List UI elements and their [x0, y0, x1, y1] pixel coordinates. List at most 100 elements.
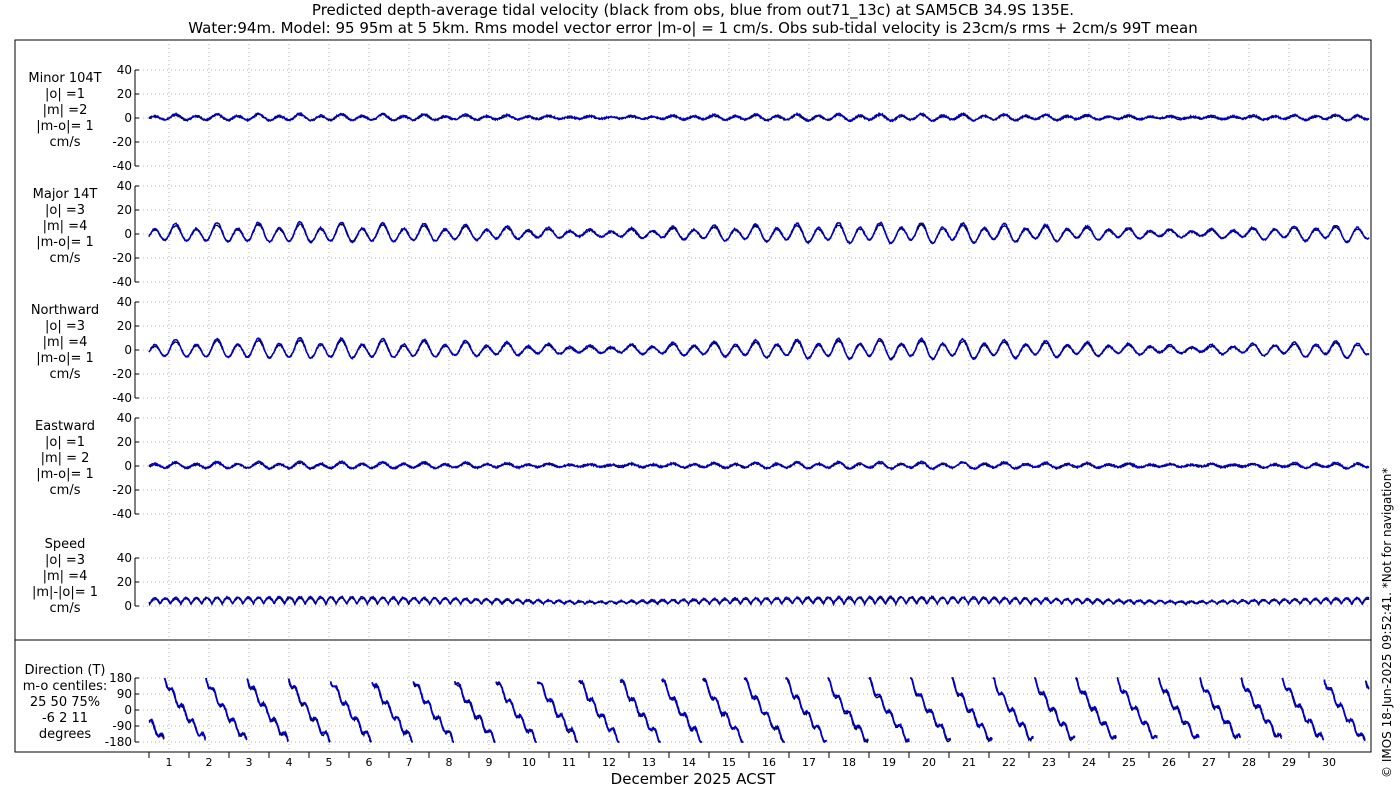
- credit-text: © IMOS 18-Jun-2025 09:52:41. *Not for na…: [1380, 468, 1394, 778]
- x-tick-label-27: 27: [1202, 756, 1216, 769]
- panel-label-east-line-3: |m-o|= 1: [36, 467, 94, 482]
- series-obs-direction-6: [371, 682, 413, 743]
- panel-label-major-line-0: Major 14T: [33, 187, 98, 202]
- y-tick-label-minor-1: 20: [117, 87, 132, 101]
- x-tick-label-20: 20: [922, 756, 936, 769]
- series-model-direction-23: [1075, 677, 1117, 740]
- panel-label-minor-line-3: |m-o|= 1: [36, 119, 94, 134]
- series-model-direction-24: [1116, 677, 1158, 740]
- x-tick-label-26: 26: [1162, 756, 1176, 769]
- y-tick-label-north-4: -40: [112, 391, 132, 405]
- panel-label-direction-line-2: 25 50 75%: [30, 695, 100, 710]
- x-tick-label-9: 9: [486, 756, 493, 769]
- y-tick-label-minor-4: -40: [112, 159, 132, 173]
- panel-label-speed-line-1: |o| =3: [45, 553, 85, 568]
- y-tick-label-major-2: 0: [124, 227, 132, 241]
- x-tick-label-13: 13: [642, 756, 656, 769]
- series-model-direction-3: [246, 678, 289, 741]
- y-tick-label-major-1: 20: [117, 203, 132, 217]
- panel-east: 40 20 0 -20 -40 Eastward|o| =1|m| = 2|m-o|= 1…: [35, 411, 1371, 521]
- series-model-direction-21: [992, 677, 1034, 740]
- panel-label-east-line-1: |o| =1: [45, 435, 85, 450]
- panel-label-direction-line-3: -6 2 11: [42, 711, 88, 726]
- y-tick-label-major-4: -40: [112, 275, 132, 289]
- y-tick-label-direction-3: -90: [112, 719, 132, 733]
- panel-label-speed-line-2: |m| =4: [43, 569, 88, 584]
- panel-major: 40 20 0 -20 -40 Major 14T|o| =3|m| =4|m-o|= 1…: [33, 179, 1371, 289]
- y-tick-label-speed-0: 40: [117, 551, 132, 565]
- series-model-direction-1: [163, 677, 207, 739]
- panel-minor: 40 20 0 -20 -40 Minor 104T|o| =1|m| =2|m-o|= …: [28, 63, 1371, 173]
- x-tick-label-28: 28: [1242, 756, 1256, 769]
- series-model-direction-26: [1199, 677, 1242, 739]
- panel-north: 40 20 0 -20 -40 Northward|o| =3|m| =4|m-o|= 1…: [31, 295, 1371, 405]
- x-tick-label-30: 30: [1322, 756, 1336, 769]
- plot-frames: [14, 39, 1372, 753]
- series-model-direction-10: [536, 681, 579, 743]
- x-tick-label-16: 16: [762, 756, 776, 769]
- series-model-north: [148, 336, 1370, 361]
- y-tick-label-east-0: 40: [117, 411, 132, 425]
- series-obs-direction-7: [413, 683, 454, 743]
- y-tick-label-north-1: 20: [117, 319, 132, 333]
- x-tick-label-10: 10: [522, 756, 536, 769]
- x-tick-label-6: 6: [366, 756, 373, 769]
- x-tick-label-14: 14: [682, 756, 696, 769]
- x-tick-label-15: 15: [722, 756, 736, 769]
- x-tick-label-3: 3: [246, 756, 253, 769]
- series-model-direction-11: [577, 679, 620, 743]
- x-tick-label-17: 17: [802, 756, 816, 769]
- x-tick-label-25: 25: [1122, 756, 1136, 769]
- series-model-direction-30: [1364, 680, 1370, 690]
- panel-label-minor-line-2: |m| =2: [43, 103, 88, 118]
- panel-label-speed-line-4: cm/s: [50, 601, 81, 616]
- x-tick-label-22: 22: [1002, 756, 1016, 769]
- panel-label-minor-line-4: cm/s: [50, 135, 81, 150]
- x-tick-label-12: 12: [602, 756, 616, 769]
- y-tick-label-east-3: -20: [112, 483, 132, 497]
- x-tick-label-23: 23: [1042, 756, 1056, 769]
- panel-label-north-line-2: |m| =4: [43, 335, 88, 350]
- chart-title-line1: Predicted depth-average tidal velocity (…: [312, 1, 1074, 20]
- series-model-direction-9: [495, 681, 537, 743]
- x-tick-label-5: 5: [326, 756, 333, 769]
- x-tick-label-4: 4: [286, 756, 293, 769]
- series-model-direction-20: [951, 677, 993, 742]
- panel-label-north-line-1: |o| =3: [45, 319, 85, 334]
- x-tick-label-7: 7: [406, 756, 413, 769]
- panel-label-speed: Speed|o| =3|m| =4|m|-|o|= 1cm/s: [32, 537, 98, 616]
- y-tick-label-east-1: 20: [117, 435, 132, 449]
- panel-label-major-line-3: |m-o|= 1: [36, 235, 94, 250]
- panel-label-minor-line-0: Minor 104T: [28, 71, 101, 86]
- panel-label-speed-line-3: |m|-|o|= 1: [32, 585, 98, 600]
- series-model-direction-28: [1281, 677, 1325, 741]
- series-model-direction-19: [910, 677, 952, 741]
- x-tick-label-18: 18: [842, 756, 856, 769]
- y-tick-label-east-2: 0: [124, 459, 132, 473]
- y-tick-label-north-2: 0: [124, 343, 132, 357]
- panel-label-direction: Direction (T)m-o centiles:25 50 75%-6 2 …: [23, 663, 108, 742]
- series-model-minor: [148, 111, 1370, 123]
- series-model-direction-13: [661, 677, 703, 743]
- panel-label-north-line-4: cm/s: [50, 367, 81, 382]
- lower-frame: [14, 639, 1372, 753]
- panel-label-direction-line-0: Direction (T): [25, 663, 106, 678]
- panel-label-east-line-4: cm/s: [50, 483, 81, 498]
- y-tick-label-direction-0: 180: [109, 671, 132, 685]
- panels-layer: 40200-20-40Minor 104T|o| =1|m| =2|m-o|= …: [23, 63, 1371, 749]
- panel-label-major-line-1: |o| =3: [45, 203, 85, 218]
- y-tick-label-direction-1: 90: [117, 687, 132, 701]
- y-tick-label-major-0: 40: [117, 179, 132, 193]
- y-tick-label-major-3: -20: [112, 251, 132, 265]
- y-tick-label-north-3: -20: [112, 367, 132, 381]
- panel-label-minor-line-1: |o| =1: [45, 87, 85, 102]
- x-tick-label-11: 11: [562, 756, 576, 769]
- panel-label-minor: Minor 104T|o| =1|m| =2|m-o|= 1cm/s: [28, 71, 101, 150]
- y-tick-label-speed-2: 0: [124, 599, 132, 613]
- series-model-speed: [148, 594, 1370, 607]
- series-model-direction-12: [619, 678, 661, 743]
- series-model-direction-18: [868, 677, 910, 743]
- y-tick-label-east-4: -40: [112, 507, 132, 521]
- panel-label-east-line-0: Eastward: [35, 419, 95, 434]
- series-obs-direction-0: [148, 719, 165, 740]
